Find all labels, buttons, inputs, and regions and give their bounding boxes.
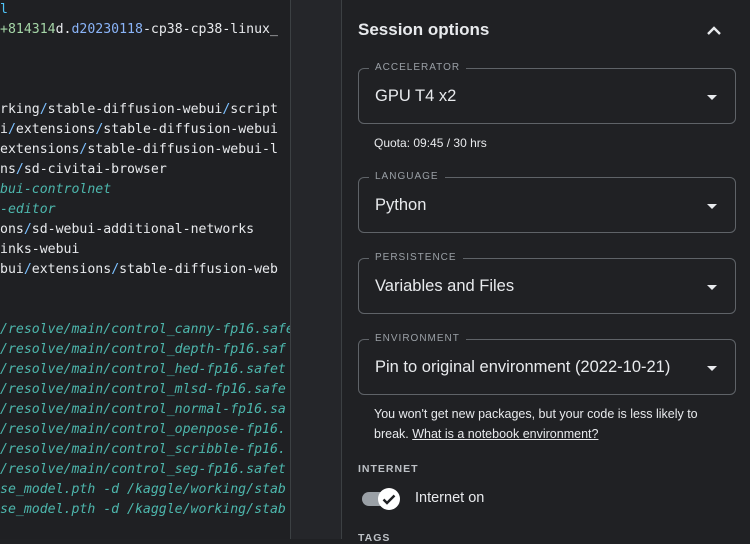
collapse-button[interactable] bbox=[702, 18, 726, 42]
persistence-select[interactable]: PERSISTENCE Variables and Files bbox=[358, 252, 736, 314]
persistence-value: Variables and Files bbox=[375, 277, 515, 295]
code-line: /resolve/main/control_openpose-fp16. bbox=[0, 420, 290, 440]
code-line: /resolve/main/control_scribble-fp16. bbox=[0, 440, 290, 460]
code-token: i bbox=[0, 122, 8, 137]
code-line: -editor bbox=[0, 200, 290, 220]
code-line: se_model.pth -d /kaggle/working/stab bbox=[0, 480, 290, 500]
code-token: /resolve/main/control_scribble-fp16. bbox=[0, 442, 286, 457]
internet-toggle-label: Internet on bbox=[415, 490, 485, 506]
code-line: se_model.pth -d /kaggle/working/stab bbox=[0, 500, 290, 520]
code-line: inks-webui bbox=[0, 240, 290, 260]
code-line: bui/extensions/stable-diffusion-web bbox=[0, 260, 290, 280]
code-line: /resolve/main/control_normal-fp16.sa bbox=[0, 400, 290, 420]
code-token: extensions bbox=[15, 122, 96, 137]
code-token: inks-webui bbox=[0, 242, 80, 257]
code-token: sd-webui-additional-networks bbox=[31, 222, 255, 237]
code-token: -editor bbox=[0, 202, 56, 217]
toggle-knob bbox=[378, 488, 400, 510]
language-value: Python bbox=[375, 196, 427, 214]
code-token: /resolve/main/control_depth-fp16.saf bbox=[0, 342, 286, 357]
code-token: +814314 bbox=[0, 22, 56, 37]
code-token: bui-controlnet bbox=[0, 182, 112, 197]
code-line: ns/sd-civitai-browser bbox=[0, 160, 290, 180]
code-token: l bbox=[0, 2, 8, 17]
code-token: / bbox=[111, 262, 120, 277]
quota-text: Quota: 09:45 / 30 hrs bbox=[374, 136, 487, 150]
checkmark-icon bbox=[382, 494, 396, 505]
code-line: ons/sd-webui-additional-networks bbox=[0, 220, 290, 240]
code-line: extensions/stable-diffusion-webui-l bbox=[0, 140, 290, 160]
session-options-panel: Session options ACCELERATOR GPU T4 x2 Qu… bbox=[342, 0, 750, 544]
code-token: stable-diffusion-webui-l bbox=[87, 142, 278, 157]
code-token: d. bbox=[55, 22, 72, 37]
dropdown-arrow-icon bbox=[707, 95, 717, 100]
code-token: /resolve/main/control_hed-fp16.safet bbox=[0, 362, 286, 377]
code-token: sd-civitai-browser bbox=[23, 162, 167, 177]
code-token: rking bbox=[0, 102, 40, 117]
code-line: /resolve/main/control_canny-fp16.safe bbox=[0, 320, 290, 340]
code-token: /resolve/main/control_normal-fp16.sa bbox=[0, 402, 286, 417]
accelerator-value: GPU T4 x2 bbox=[375, 87, 457, 105]
environment-label: ENVIRONMENT bbox=[369, 333, 466, 345]
language-select[interactable]: LANGUAGE Python bbox=[358, 171, 736, 233]
code-token: extensions bbox=[31, 262, 112, 277]
pane-divider[interactable] bbox=[290, 0, 342, 539]
code-token: stable-diffusion-webui bbox=[103, 122, 278, 137]
dropdown-arrow-icon bbox=[707, 285, 717, 290]
code-token: script bbox=[230, 102, 278, 117]
code-token: / bbox=[23, 262, 32, 277]
accelerator-select[interactable]: ACCELERATOR GPU T4 x2 bbox=[358, 62, 736, 124]
code-token: stable-diffusion-webui bbox=[47, 102, 223, 117]
notebook-environment-link[interactable]: What is a notebook environment? bbox=[412, 427, 598, 441]
code-token: -cp38-cp38-linux_ bbox=[142, 22, 278, 37]
code-token: extensions bbox=[0, 142, 80, 157]
code-line: i/extensions/stable-diffusion-webui bbox=[0, 120, 290, 140]
internet-toggle[interactable] bbox=[362, 487, 400, 510]
internet-section-label: INTERNET bbox=[358, 463, 419, 475]
code-token: bui bbox=[0, 262, 24, 277]
code-token: stable-diffusion-web bbox=[119, 262, 278, 277]
tags-section-label: TAGS bbox=[358, 532, 391, 544]
code-token: se_model.pth -d /kaggle/working/stab bbox=[0, 502, 286, 517]
language-label: LANGUAGE bbox=[369, 171, 445, 183]
code-line: +814314d.d20230118-cp38-cp38-linux_ bbox=[0, 20, 290, 40]
code-token: / bbox=[23, 222, 32, 237]
code-line: l bbox=[0, 0, 290, 20]
code-line: /resolve/main/control_depth-fp16.saf bbox=[0, 340, 290, 360]
code-token: / bbox=[7, 122, 16, 137]
code-token: / bbox=[15, 162, 24, 177]
code-token: d20230118 bbox=[71, 22, 143, 37]
dropdown-arrow-icon bbox=[707, 366, 717, 371]
chevron-up-icon bbox=[707, 25, 721, 35]
code-token: se_model.pth -d /kaggle/working/stab bbox=[0, 482, 286, 497]
code-output-pane: l +814314d.d20230118-cp38-cp38-linux_ rki… bbox=[0, 0, 290, 539]
code-output-text: l +814314d.d20230118-cp38-cp38-linux_ rki… bbox=[0, 0, 290, 520]
environment-note: You won't get new packages, but your cod… bbox=[374, 404, 724, 444]
code-token: /resolve/main/control_canny-fp16.safe bbox=[0, 322, 290, 337]
code-line: bui-controlnet bbox=[0, 180, 290, 200]
persistence-label: PERSISTENCE bbox=[369, 252, 463, 264]
code-token: /resolve/main/control_seg-fp16.safet bbox=[0, 462, 286, 477]
code-line: /resolve/main/control_seg-fp16.safet bbox=[0, 460, 290, 480]
code-line: rking/stable-diffusion-webui/script bbox=[0, 100, 290, 120]
code-token: / bbox=[39, 102, 48, 117]
accelerator-label: ACCELERATOR bbox=[369, 62, 467, 74]
dropdown-arrow-icon bbox=[707, 204, 717, 209]
code-line: /resolve/main/control_hed-fp16.safet bbox=[0, 360, 290, 380]
code-line: /resolve/main/control_mlsd-fp16.safe bbox=[0, 380, 290, 400]
environment-value: Pin to original environment (2022-10-21) bbox=[375, 358, 671, 376]
panel-title: Session options bbox=[358, 20, 490, 39]
code-token: ons bbox=[0, 222, 24, 237]
code-token: ns bbox=[0, 162, 16, 177]
code-token: /resolve/main/control_openpose-fp16. bbox=[0, 422, 286, 437]
code-token: /resolve/main/control_mlsd-fp16.safe bbox=[0, 382, 286, 397]
environment-select[interactable]: ENVIRONMENT Pin to original environment … bbox=[358, 333, 736, 395]
